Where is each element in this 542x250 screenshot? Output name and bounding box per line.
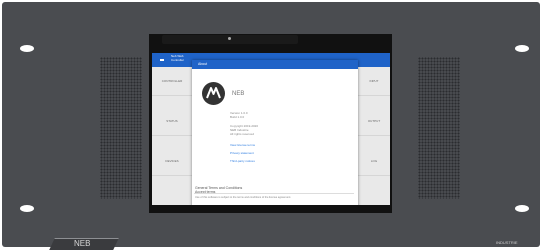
tile-right-2[interactable]: OUTPUT bbox=[357, 119, 390, 141]
tile-label: DEVICES bbox=[165, 159, 179, 163]
dialog-header: About bbox=[192, 60, 358, 69]
privacy-link[interactable]: Privacy statement bbox=[230, 151, 254, 156]
mount-hole-top-left bbox=[20, 45, 34, 52]
vent-grille-right bbox=[418, 57, 460, 199]
build-line: Build 1.0.0 bbox=[230, 115, 245, 119]
rights-line: All rights reserved bbox=[230, 132, 255, 136]
neb-logo-icon bbox=[202, 82, 225, 105]
touch-screen: Neb Web Controller CONTROLLER STATUS DEV… bbox=[152, 53, 390, 205]
license-link[interactable]: View license terms bbox=[230, 143, 255, 148]
camera-icon bbox=[228, 37, 231, 40]
tile-label: OUTPUT bbox=[367, 119, 381, 123]
tile-label: CONTROLLER bbox=[161, 79, 183, 83]
tile-right-3[interactable]: LOG bbox=[357, 159, 390, 181]
mount-hole-bottom-right bbox=[515, 205, 529, 212]
tile-label: STATUS bbox=[166, 119, 178, 123]
tile-label: LOG bbox=[370, 159, 378, 163]
mount-hole-top-right bbox=[515, 45, 529, 52]
brand-name: NEB bbox=[232, 91, 245, 97]
vent-grille-left bbox=[100, 57, 142, 199]
mount-hole-bottom-left bbox=[20, 205, 34, 212]
tile-right-1[interactable]: INPUT bbox=[357, 79, 390, 101]
tile-left-2[interactable]: STATUS bbox=[155, 119, 189, 141]
about-dialog: About NEB Version 1.0.0 Build 1.0.0 Copy… bbox=[192, 60, 358, 205]
tile-left-3[interactable]: DEVICES bbox=[155, 159, 189, 181]
tile-left-1[interactable]: CONTROLLER bbox=[155, 79, 189, 101]
maker-mark: INDUSTRIE bbox=[496, 240, 518, 245]
tile-label: INPUT bbox=[369, 79, 379, 83]
terms-note: Use of this software is subject to the t… bbox=[195, 196, 292, 199]
footer-divider bbox=[194, 193, 354, 194]
hamburger-icon[interactable] bbox=[160, 59, 164, 61]
nameplate-label: NEB bbox=[74, 239, 91, 248]
notices-link[interactable]: Third-party notices bbox=[230, 159, 255, 164]
